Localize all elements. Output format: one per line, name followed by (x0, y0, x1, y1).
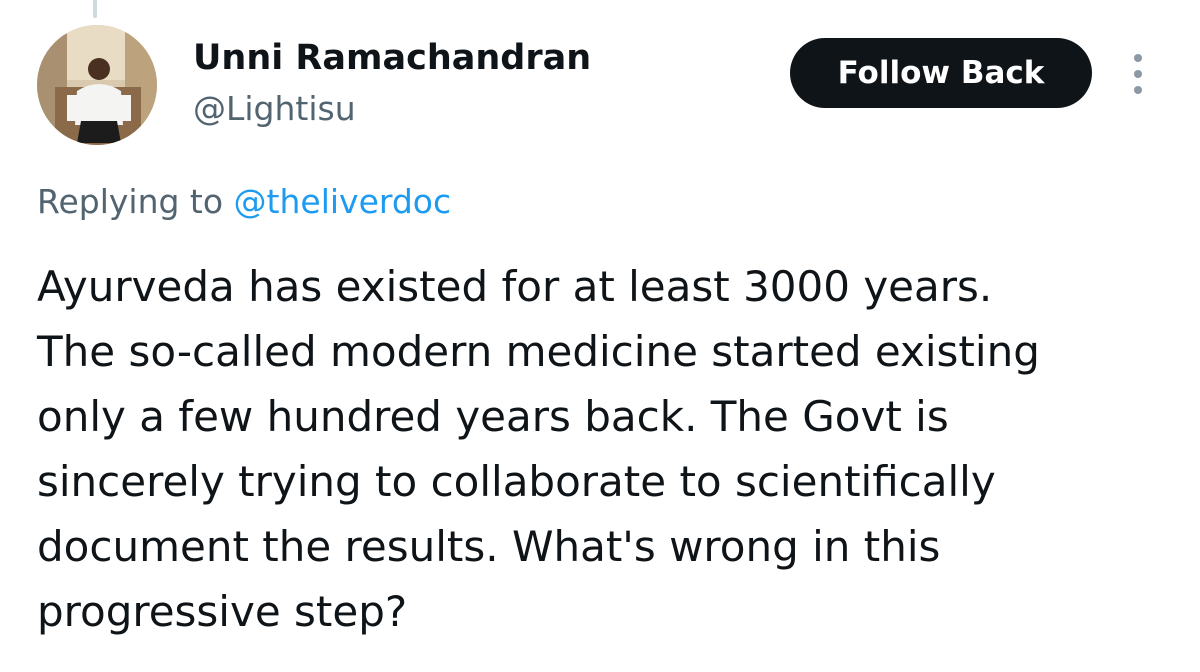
tweet-text-line: sincerely trying to collaborate to scien… (37, 457, 996, 506)
tweet-text-line: The so-called modern medicine started ex… (37, 327, 1040, 376)
tweet-text-line: progressive step? (37, 587, 408, 636)
follow-back-button[interactable]: Follow Back (790, 38, 1092, 108)
profile-photo-icon (37, 25, 157, 145)
more-options-button[interactable] (1118, 50, 1158, 98)
tweet-text-line: only a few hundred years back. The Govt … (37, 392, 949, 441)
tweet-text: Ayurveda has existed for at least 3000 y… (37, 254, 1177, 644)
avatar[interactable] (37, 25, 157, 145)
tweet-text-line: document the results. What's wrong in th… (37, 522, 941, 571)
tweet-text-line: Ayurveda has existed for at least 3000 y… (37, 262, 993, 311)
author-handle[interactable]: @Lightisu (193, 89, 356, 129)
reply-mention-link[interactable]: @theliverdoc (234, 182, 452, 221)
author-display-name[interactable]: Unni Ramachandran (193, 36, 591, 80)
thread-connector-line (93, 0, 97, 18)
vertical-ellipsis-icon (1134, 54, 1142, 94)
replying-to-label: Replying to (37, 182, 234, 221)
replying-to-line: Replying to @theliverdoc (37, 180, 451, 224)
